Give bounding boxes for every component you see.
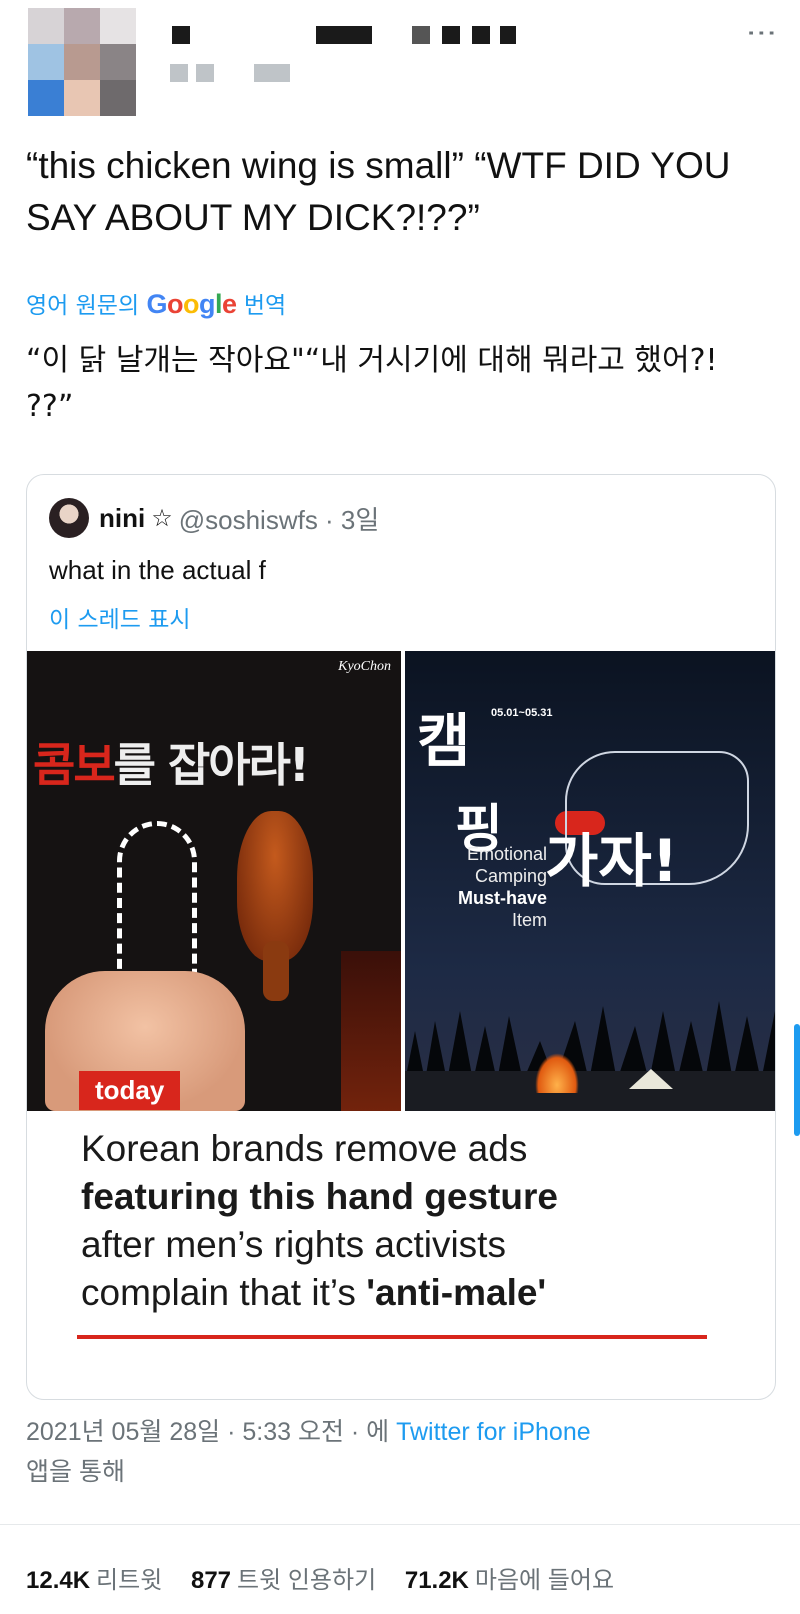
quoted-media-image[interactable]: KyoChon 콤보를 잡아라! today 05.01~05.31 캠 핑 가… — [27, 651, 775, 1399]
ad-title-left: 콤보를 잡아라! — [33, 738, 310, 792]
translated-from-google[interactable]: 영어 원문의 Google 번역 — [26, 286, 286, 320]
kyochon-ad-panel: KyoChon 콤보를 잡아라! today — [27, 651, 401, 1111]
ground — [405, 1071, 775, 1111]
retweets-stat[interactable]: 12.4K 리트윗 — [26, 1567, 184, 1594]
quoted-avatar — [49, 498, 89, 538]
camping-ad-panel: 05.01~05.31 캠 핑 가자! Emotional Camping Mu… — [405, 651, 775, 1111]
ad-title-gaja: 가자! — [545, 827, 679, 895]
today-badge: today — [79, 1071, 181, 1110]
tweet-text: “this chicken wing is small” “WTF DID YO… — [26, 145, 731, 238]
ad-dates: 05.01~05.31 — [491, 707, 553, 719]
divider — [0, 1524, 800, 1525]
tweet-header: ⋮ — [0, 0, 800, 130]
ad-subtitle: Emotional Camping Must-have Item — [457, 844, 547, 930]
tweet-metadata: 2021년 05월 28일 · 5:33 오전 · 에 Twitter for … — [26, 1412, 766, 1492]
translated-text: “이 닭 날개는 작아요"“내 거시기에 대해 뭐라고 했어?! ??” — [26, 343, 718, 424]
forest-silhouette — [405, 1001, 775, 1081]
star-icon: ☆ — [151, 504, 173, 532]
likes-stat[interactable]: 71.2K 마음에 들어요 — [405, 1567, 614, 1594]
scrollbar-thumb[interactable] — [794, 1024, 800, 1136]
headline-underline — [77, 1335, 707, 1339]
tweet-via: 앱을 통해 — [26, 1458, 125, 1486]
tweet-datetime[interactable]: 2021년 05월 28일 · 5:33 오전 · 에 — [26, 1418, 396, 1446]
translate-prefix: 영어 원문의 — [26, 293, 140, 319]
translate-suffix: 번역 — [243, 293, 287, 319]
google-logo-icon: Google — [146, 289, 237, 319]
avatar[interactable] — [28, 8, 136, 116]
quoted-tweet-text: what in the actual f — [49, 555, 266, 585]
campfire — [535, 1053, 579, 1093]
drumstick-bone — [263, 941, 289, 1001]
flame-decoration — [341, 951, 401, 1111]
show-thread-link[interactable]: 이 스레드 표시 — [49, 600, 191, 634]
more-options-icon[interactable]: ⋮ — [744, 18, 779, 46]
ad-title-camp: 캠 — [417, 707, 471, 775]
quoted-user-name: nini — [99, 502, 146, 533]
tweet-stats: 12.4K 리트윗 877 트윗 인용하기 71.2K 마음에 들어요 — [26, 1560, 614, 1595]
quoted-handle-time: @soshiswfs · 3일 — [178, 504, 380, 535]
article-headline: Korean brands remove ads featuring this … — [81, 1128, 558, 1313]
quoted-tweet[interactable]: nini ☆ @soshiswfs · 3일 what in the actua… — [26, 474, 776, 1400]
tent — [629, 1069, 673, 1089]
quote-tweets-stat[interactable]: 877 트윗 인용하기 — [191, 1567, 398, 1594]
quoted-tweet-header: nini ☆ @soshiswfs · 3일 — [49, 497, 379, 539]
tweet-source-link[interactable]: Twitter for iPhone — [396, 1418, 591, 1446]
drumstick-image — [237, 811, 313, 961]
kyochon-logo: KyoChon — [338, 659, 391, 674]
